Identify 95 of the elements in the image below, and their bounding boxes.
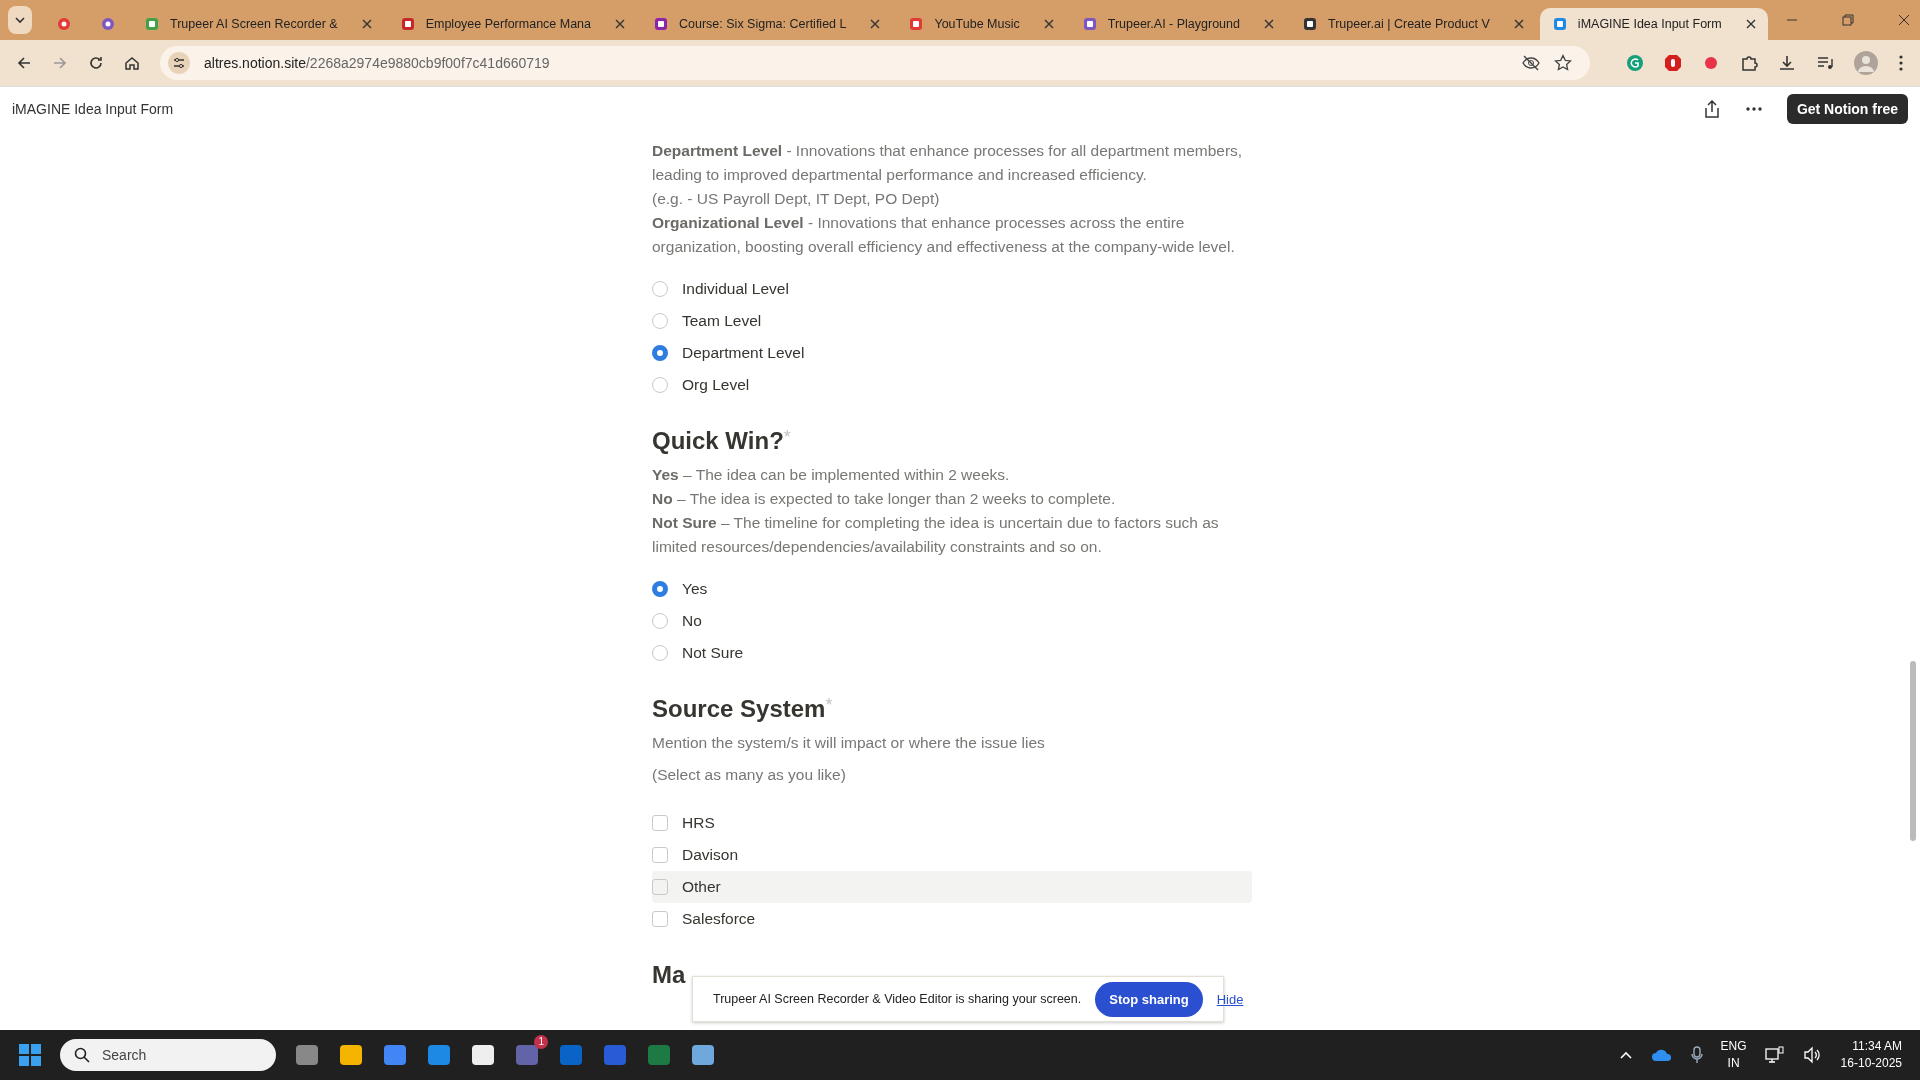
search-icon	[74, 1047, 90, 1063]
close-icon[interactable]	[615, 19, 626, 29]
tab-icon	[908, 16, 925, 32]
close-icon[interactable]	[1897, 14, 1910, 26]
puzzle-icon[interactable]	[1740, 54, 1758, 72]
star-icon[interactable]	[1554, 54, 1572, 72]
checkbox-option[interactable]: HRS	[652, 807, 1252, 839]
notification-badge: 1	[534, 1035, 548, 1049]
checkbox[interactable]	[652, 847, 668, 863]
browser-tab[interactable]: Trupeer AI Screen Recorder &	[132, 8, 384, 40]
microphone-icon[interactable]	[1690, 1046, 1703, 1064]
clock[interactable]: 11:34 AM 16-10-2025	[1840, 1038, 1902, 1072]
close-icon[interactable]	[361, 19, 372, 29]
chevron-down-icon	[14, 14, 26, 26]
extension-icon[interactable]	[1626, 54, 1644, 72]
question-title: Quick Win?*	[652, 427, 792, 455]
site-settings-icon[interactable]	[168, 52, 190, 74]
language-indicator[interactable]: ENG IN	[1720, 1038, 1747, 1072]
start-icon[interactable]	[18, 1043, 42, 1067]
more-icon[interactable]	[1744, 106, 1763, 112]
radio-option[interactable]: Org Level	[652, 369, 1252, 401]
get-notion-button[interactable]: Get Notion free	[1786, 94, 1908, 124]
radio-button[interactable]	[652, 345, 668, 361]
tab-title: Trupeer.AI - Playground	[1107, 17, 1240, 31]
browser-tab[interactable]: Employee Performance Mana	[387, 8, 638, 40]
hint-text: (Select as many as you like)	[652, 765, 847, 785]
tab-icon	[1081, 16, 1098, 32]
close-icon[interactable]	[1745, 19, 1756, 29]
back-icon[interactable]	[16, 55, 32, 71]
close-icon[interactable]	[1513, 19, 1524, 29]
radio-option[interactable]: Yes	[652, 573, 1252, 605]
home-icon[interactable]	[124, 55, 140, 71]
tab-icon	[1551, 16, 1568, 32]
checkbox[interactable]	[652, 815, 668, 831]
page-title: iMAGINE Idea Input Form	[12, 101, 174, 117]
more-icon[interactable]	[1898, 54, 1904, 72]
tab-icon	[653, 16, 670, 32]
radio-button[interactable]	[652, 581, 668, 597]
url-text: altres.notion.site/2268a2974e9880cb9f00f7c41d660719	[204, 55, 550, 71]
tab-icon	[56, 16, 72, 32]
hide-link[interactable]: Hide	[1216, 991, 1244, 1007]
description-text: Mention the system/s it will impact or where the issue lies	[652, 733, 1046, 753]
tab-title: Course: Six Sigma: Certified L	[679, 17, 847, 31]
browser-tab[interactable]: YouTube Music	[896, 8, 1066, 40]
network-icon[interactable]	[1764, 1046, 1785, 1064]
radio-option[interactable]: Department Level	[652, 337, 1252, 369]
stop-sharing-button[interactable]: Stop sharing	[1095, 981, 1203, 1017]
description-text: Department Level - Innovations that enhance processes for all department members, leading to improved departmental performance and increased efficiency.	[652, 141, 1244, 185]
browser-tab[interactable]: Trupeer.ai | Create Product V	[1289, 8, 1536, 40]
tab-title: iMAGINE Idea Input Form	[1577, 17, 1722, 31]
browser-tab[interactable]: iMAGINE Idea Input Form	[1539, 8, 1768, 40]
tab-title: Employee Performance Mana	[425, 17, 592, 31]
taskbar-search[interactable]: Search	[60, 1039, 276, 1071]
banner-message: Trupeer AI Screen Recorder & Video Editor is sharing your screen.	[713, 992, 1082, 1006]
description-text: Organizational Level - Innovations that enhance processes across the entire organization, boosting overall efficiency and effectiveness at the company-wide level.	[652, 213, 1236, 257]
tab-icon	[1301, 16, 1318, 32]
download-icon[interactable]	[1778, 54, 1796, 72]
share-icon[interactable]	[1702, 99, 1721, 119]
question-title: Ma	[652, 961, 687, 989]
checkbox-option[interactable]: Salesforce	[652, 903, 1252, 935]
checkbox[interactable]	[652, 911, 668, 927]
question-title: Source System*	[652, 695, 834, 723]
cloud-icon[interactable]	[1650, 1048, 1673, 1062]
radio-option[interactable]: Team Level	[652, 305, 1252, 337]
speaker-icon[interactable]	[1802, 1046, 1823, 1064]
chevron-up-icon[interactable]	[1618, 1050, 1633, 1060]
media-icon[interactable]	[1816, 54, 1834, 72]
address-bar[interactable]: altres.notion.site/2268a2974e9880cb9f00f7c41d660719	[160, 46, 1590, 80]
eye-slash-icon[interactable]	[1522, 54, 1540, 72]
tab-icon	[144, 16, 160, 32]
checkbox[interactable]	[652, 879, 668, 895]
radio-option[interactable]: Not Sure	[652, 637, 1252, 669]
description-text: No – The idea is expected to take longer than 2 weeks to complete.	[652, 489, 1117, 509]
hand-stop-icon[interactable]	[1664, 54, 1682, 72]
tab-title: Trupeer AI Screen Recorder &	[170, 17, 338, 31]
close-icon[interactable]	[1263, 19, 1274, 29]
tab-icon	[399, 16, 416, 32]
close-icon[interactable]	[870, 19, 881, 29]
checkbox-option[interactable]: Davison	[652, 839, 1252, 871]
record-icon[interactable]	[1702, 54, 1720, 72]
tab-icon	[100, 16, 116, 32]
browser-tab[interactable]: Course: Six Sigma: Certified L	[641, 8, 893, 40]
description-text: (e.g. - US Payroll Dept, IT Dept, PO Dept)	[652, 189, 941, 209]
description-text: Yes – The idea can be implemented within 2 weeks.	[652, 465, 1011, 485]
description-text: Not Sure – The timeline for completing the idea is uncertain due to factors such as limited resources/dependencies/availability constraints and so on.	[652, 513, 1220, 557]
close-icon[interactable]	[1043, 19, 1054, 29]
tab-search-button[interactable]	[8, 6, 32, 34]
reload-icon[interactable]	[88, 55, 104, 71]
tab-title: YouTube Music	[934, 17, 1020, 31]
radio-option[interactable]: No	[652, 605, 1252, 637]
browser-tab[interactable]: Trupeer.AI - Playground	[1069, 8, 1286, 40]
radio-option[interactable]: Individual Level	[652, 273, 1252, 305]
checkbox-option[interactable]: Other	[652, 871, 1252, 903]
tab-title: Trupeer.ai | Create Product V	[1327, 17, 1490, 31]
restore-icon[interactable]	[1841, 14, 1854, 26]
